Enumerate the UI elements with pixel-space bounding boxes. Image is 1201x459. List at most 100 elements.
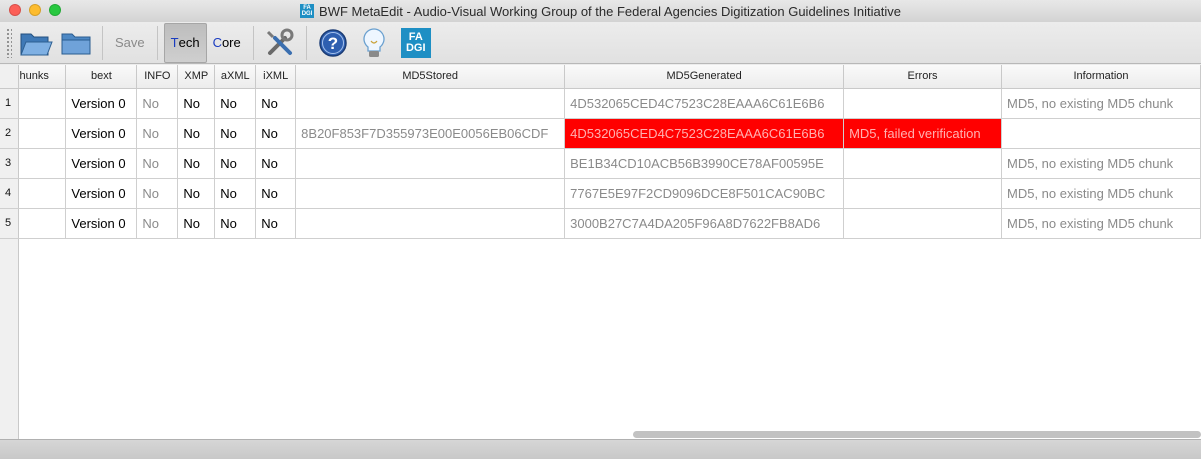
cell-md5stored[interactable] <box>295 148 566 179</box>
column-header[interactable]: XMP <box>177 65 216 89</box>
cell-errors[interactable] <box>843 178 1002 209</box>
column-header[interactable]: aXML <box>214 65 257 89</box>
cell-axml[interactable]: No <box>214 88 257 119</box>
cell-axml[interactable]: No <box>214 208 257 239</box>
cell-md5stored[interactable] <box>295 208 566 239</box>
cell-errors[interactable] <box>843 148 1002 179</box>
window-controls <box>9 4 61 16</box>
column-header[interactable]: Information <box>1001 65 1201 89</box>
cell-ixml[interactable]: No <box>255 208 297 239</box>
column-header[interactable]: iXML <box>255 65 297 89</box>
cell-errors[interactable] <box>843 208 1002 239</box>
app-icon-text-bottom: DGI <box>301 11 313 17</box>
column-header[interactable]: INFO <box>136 65 179 89</box>
cell-axml[interactable]: No <box>214 178 257 209</box>
cell-md5generated[interactable]: 7767E5E97F2CD9096DCE8F501CAC90BC <box>564 178 845 209</box>
cell-xmp[interactable]: No <box>177 148 216 179</box>
toolbar-separator <box>305 25 307 60</box>
minimize-window-button[interactable] <box>29 4 41 16</box>
cell-xmp[interactable]: No <box>177 208 216 239</box>
open-directory-button[interactable] <box>56 24 96 62</box>
table-row[interactable]: 1 Version 0 No No No No 4D532065CED4C752… <box>0 88 1201 119</box>
cell-ixml[interactable]: No <box>255 178 297 209</box>
column-header[interactable]: bext <box>65 65 138 89</box>
cell-md5stored[interactable]: 8B20F853F7D355973E00E0056EB06CDF <box>295 118 566 149</box>
cell-information[interactable]: MD5, no existing MD5 chunk <box>1001 208 1201 239</box>
table-row[interactable]: 5 Version 0 No No No No 3000B27C7A4DA205… <box>0 208 1201 239</box>
cell-ixml[interactable]: No <box>255 88 297 119</box>
column-header[interactable]: MD5Stored <box>295 65 566 89</box>
fadgi-logo-icon: FA DGI <box>400 27 431 58</box>
corner-header <box>0 65 20 89</box>
column-header[interactable]: MD5Generated <box>564 65 845 89</box>
cell-bext[interactable]: Version 0 <box>65 88 138 119</box>
cell-xmp[interactable]: No <box>177 178 216 209</box>
column-header[interactable]: hunks <box>18 65 67 89</box>
row-number[interactable]: 1 <box>0 88 20 119</box>
cell-information[interactable]: MD5, no existing MD5 chunk <box>1001 88 1201 119</box>
tech-label-rest: ech <box>178 35 200 50</box>
window-title-group: FA DGI BWF MetaEdit - Audio-Visual Worki… <box>300 4 901 19</box>
row-number[interactable]: 3 <box>0 148 20 179</box>
cell-xmp[interactable]: No <box>177 88 216 119</box>
cell-axml[interactable]: No <box>214 118 257 149</box>
horizontal-scrollbar[interactable] <box>633 431 1201 438</box>
cell-info[interactable]: No <box>136 148 179 179</box>
close-window-button[interactable] <box>9 4 21 16</box>
cell-bext[interactable]: Version 0 <box>65 148 138 179</box>
table-row[interactable]: 2 Version 0 No No No No 8B20F853F7D35597… <box>0 118 1201 149</box>
cell-md5generated[interactable]: 4D532065CED4C7523C28EAAA6C61E6B6 <box>564 88 845 119</box>
cell-bext[interactable]: Version 0 <box>65 208 138 239</box>
toolbar-grip-icon[interactable] <box>6 27 12 58</box>
tech-view-button[interactable]: Tech <box>163 22 207 63</box>
column-header[interactable]: Errors <box>843 65 1002 89</box>
preferences-button[interactable] <box>260 24 300 62</box>
save-button[interactable]: Save <box>109 23 151 63</box>
cell-chunks[interactable] <box>18 88 67 119</box>
help-button[interactable]: ? <box>313 24 353 62</box>
fadgi-text-top: FA <box>408 30 423 43</box>
cell-chunks[interactable] <box>18 118 67 149</box>
cell-chunks[interactable] <box>18 178 67 209</box>
cell-chunks[interactable] <box>18 148 67 179</box>
cell-ixml[interactable]: No <box>255 118 297 149</box>
table-row[interactable]: 4 Version 0 No No No No 7767E5E97F2CD909… <box>0 178 1201 209</box>
cell-information[interactable]: MD5, no existing MD5 chunk <box>1001 178 1201 209</box>
cell-info[interactable]: No <box>136 178 179 209</box>
app-icon: FA DGI <box>300 4 315 18</box>
toolbar-separator <box>252 25 254 60</box>
open-folder-icon <box>61 33 91 54</box>
cell-md5generated-error[interactable]: 4D532065CED4C7523C28EAAA6C61E6B6 <box>564 118 845 149</box>
cell-chunks[interactable] <box>18 208 67 239</box>
cell-bext[interactable]: Version 0 <box>65 178 138 209</box>
cell-errors[interactable] <box>843 88 1002 119</box>
cell-axml[interactable]: No <box>214 148 257 179</box>
cell-ixml[interactable]: No <box>255 148 297 179</box>
table-row[interactable]: 3 Version 0 No No No No BE1B34CD10ACB56B… <box>0 148 1201 179</box>
row-number[interactable]: 4 <box>0 178 20 209</box>
fadgi-button[interactable]: FA DGI <box>395 24 437 62</box>
cell-md5generated[interactable]: 3000B27C7A4DA205F96A8D7622FB8AD6 <box>564 208 845 239</box>
cell-errors-failed[interactable]: MD5, failed verification <box>843 118 1002 149</box>
open-files-button[interactable] <box>16 24 56 62</box>
zoom-window-button[interactable] <box>49 4 61 16</box>
cell-bext[interactable]: Version 0 <box>65 118 138 149</box>
tips-button[interactable] <box>353 24 395 62</box>
core-view-button[interactable]: Core <box>207 23 247 63</box>
cell-info[interactable]: No <box>136 88 179 119</box>
cell-md5generated[interactable]: BE1B34CD10ACB56B3990CE78AF00595E <box>564 148 845 179</box>
cell-information[interactable]: MD5, no existing MD5 chunk <box>1001 148 1201 179</box>
row-number[interactable]: 2 <box>0 118 20 149</box>
cell-md5stored[interactable] <box>295 178 566 209</box>
file-table: hunks bext INFO XMP aXML iXML MD5Stored … <box>0 65 1201 239</box>
window-title: BWF MetaEdit - Audio-Visual Working Grou… <box>319 3 901 19</box>
toolbar-separator <box>156 25 158 60</box>
row-number[interactable]: 5 <box>0 208 20 239</box>
cell-xmp[interactable]: No <box>177 118 216 149</box>
file-table-area: hunks bext INFO XMP aXML iXML MD5Stored … <box>0 65 1201 439</box>
cell-md5stored[interactable] <box>295 88 566 119</box>
cell-info[interactable]: No <box>136 208 179 239</box>
tools-icon <box>266 28 294 55</box>
cell-information[interactable] <box>1001 118 1201 149</box>
cell-info[interactable]: No <box>136 118 179 149</box>
